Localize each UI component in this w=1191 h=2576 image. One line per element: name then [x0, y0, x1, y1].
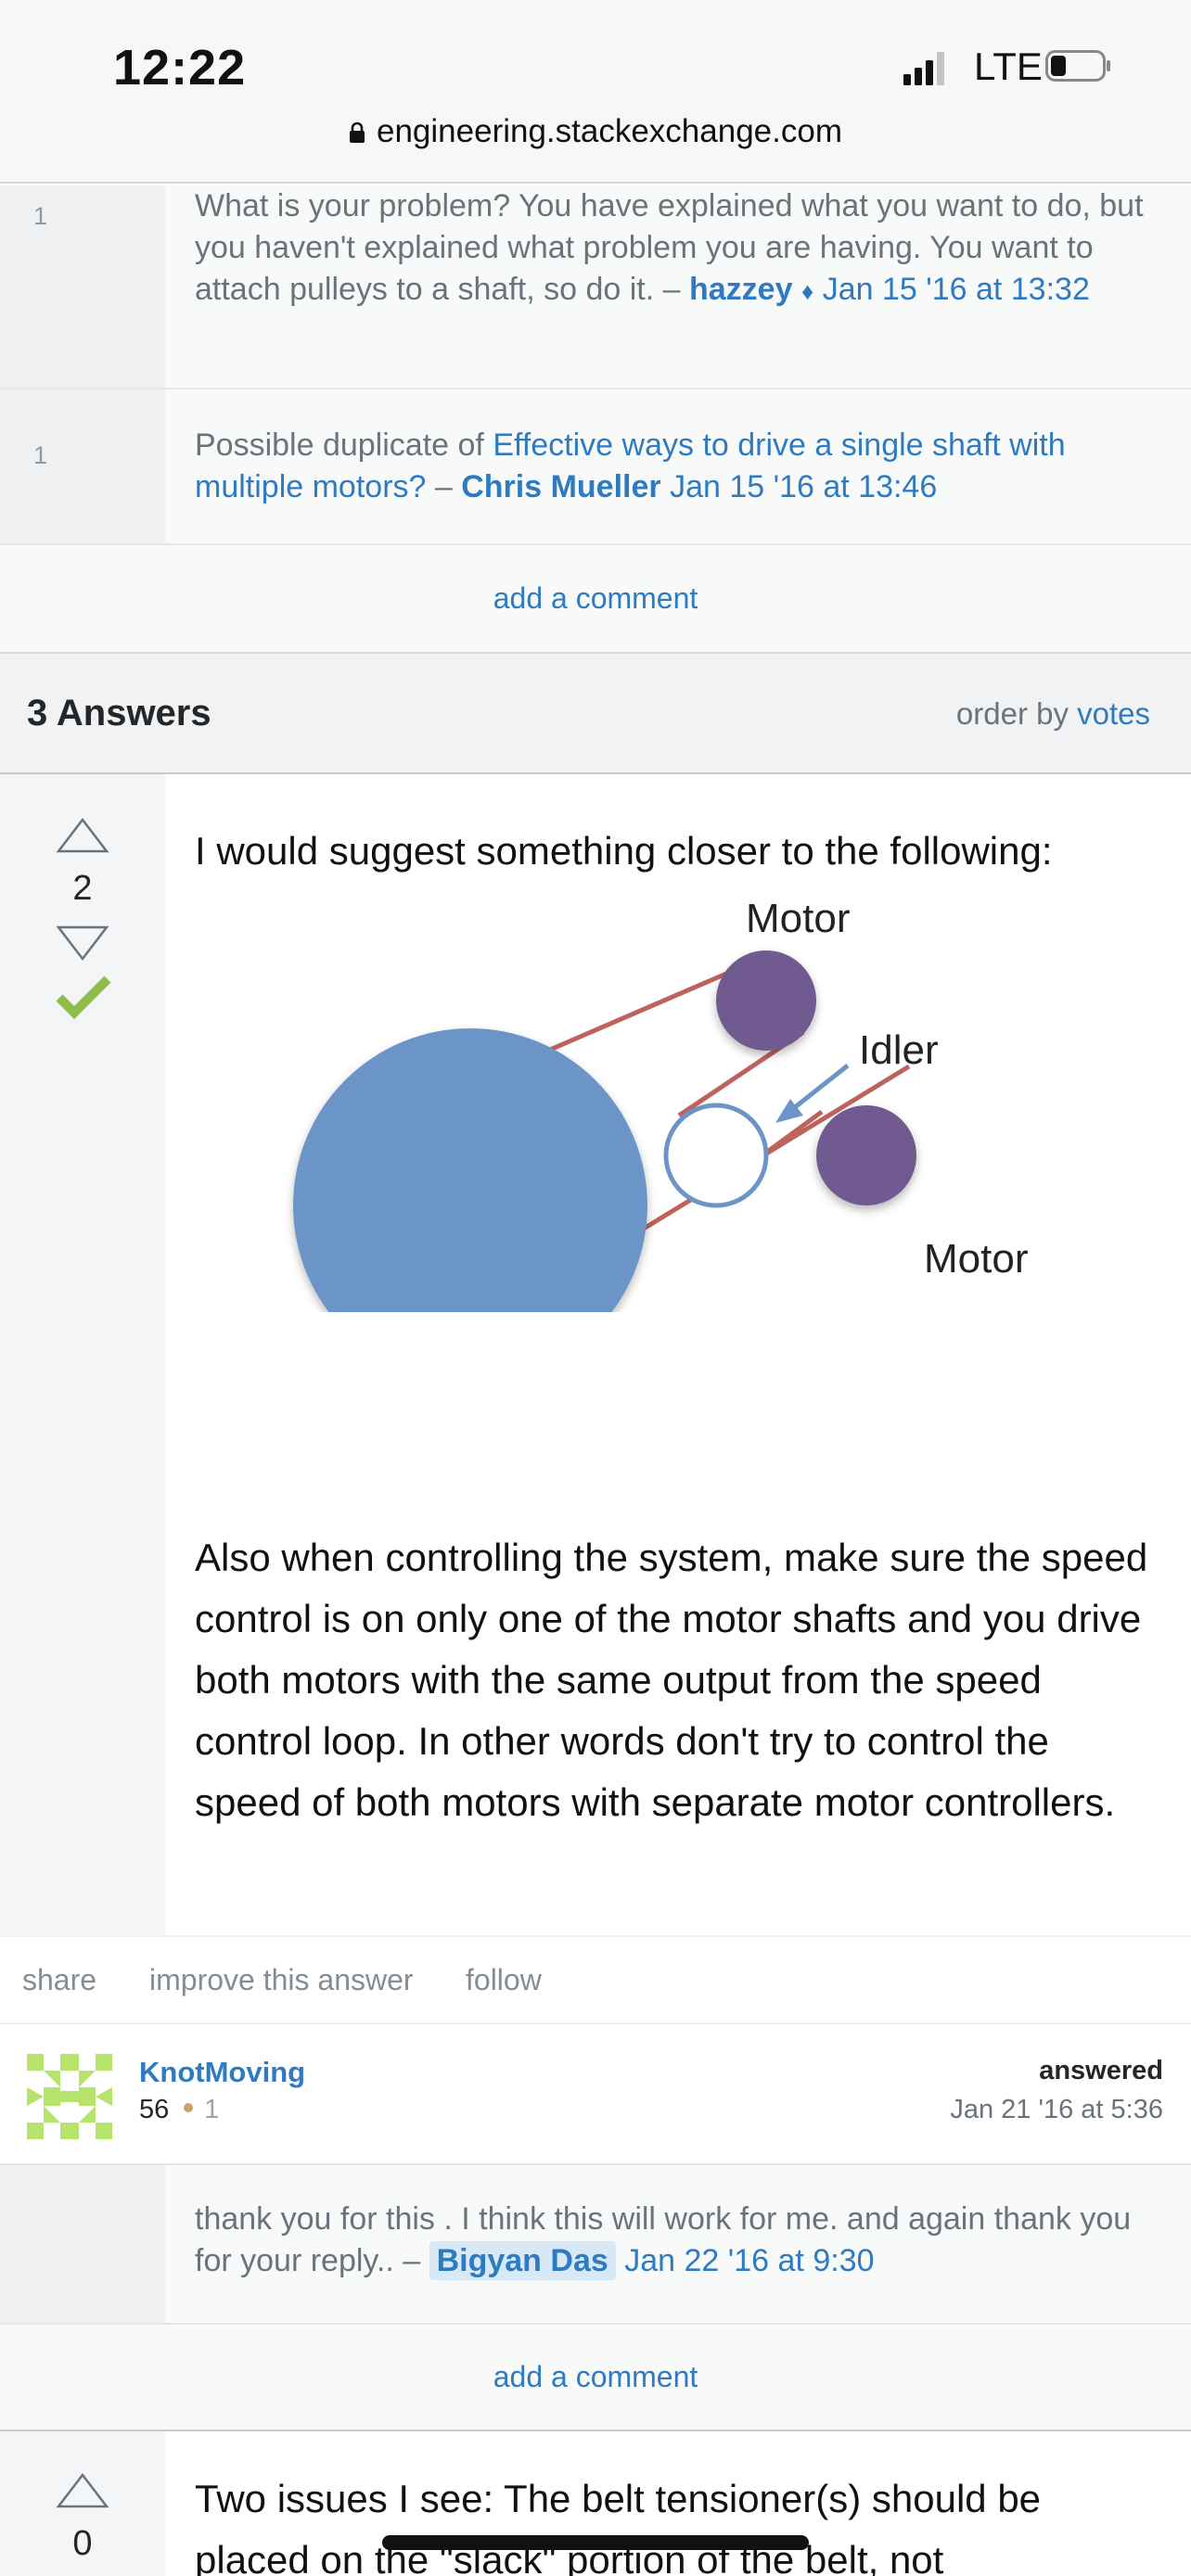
answer: 2 I would suggest something closer to th…: [0, 774, 1191, 1935]
motor-pulley: [716, 950, 816, 1051]
browser-status-bar: 12:22 LTE engineering.stackexchange.com: [0, 0, 1191, 184]
pulley-diagram: Motor Idler Motor: [293, 896, 1028, 1312]
moderator-diamond-icon: ♦: [800, 277, 814, 305]
answered-label: answered: [1039, 2056, 1163, 2085]
motor-pulley: [816, 1105, 916, 1205]
add-comment-label: add a comment: [493, 581, 698, 615]
reputation: 56 1: [139, 2095, 219, 2125]
avatar[interactable]: [27, 2054, 112, 2139]
downvote-icon[interactable]: [56, 925, 109, 962]
url-text: engineering.stackexchange.com: [377, 113, 842, 149]
comment-gutter: [0, 389, 165, 543]
vote-cell: 2: [0, 774, 165, 1935]
order-by: order by votes: [956, 696, 1150, 732]
lock-icon: [350, 121, 365, 143]
add-comment-link[interactable]: add a comment: [0, 2325, 1191, 2429]
improve-answer-link[interactable]: improve this answer: [149, 1963, 414, 1997]
sort-votes-link[interactable]: votes: [1077, 696, 1150, 731]
comment-score: 1: [33, 202, 48, 230]
comment-gutter: [0, 185, 165, 388]
comment-user-link[interactable]: Chris Mueller: [461, 469, 660, 504]
reputation-score: 56: [139, 2095, 170, 2124]
comment-body: What is your problem? You have explained…: [195, 185, 1145, 312]
bronze-badge-count: 1: [204, 2095, 220, 2124]
author-name-link[interactable]: KnotMoving: [139, 2056, 305, 2089]
address-bar[interactable]: engineering.stackexchange.com: [0, 113, 1191, 150]
answers-header: 3 Answers order by votes: [0, 652, 1191, 774]
add-comment-label: add a comment: [493, 2360, 698, 2393]
comment-time-link[interactable]: Jan 22 '16 at 9:30: [624, 2243, 874, 2278]
answered-time-link[interactable]: Jan 21 '16 at 5:36: [950, 2095, 1163, 2125]
add-comment-link[interactable]: add a comment: [0, 545, 1191, 652]
share-link[interactable]: share: [22, 1963, 96, 1997]
idler-pulley: [663, 1103, 769, 1208]
user-signature: KnotMoving 56 1 answered Jan 21 '16 at 5:…: [0, 2024, 1191, 2165]
answer: 0 Two issues I see: The belt tensioner(s…: [0, 2429, 1191, 2576]
comment-body: Possible duplicate of Effective ways to …: [195, 425, 1145, 508]
comment-separator: –: [654, 272, 689, 307]
bronze-badge-icon: [184, 2103, 194, 2112]
comment-owner-link[interactable]: Bigyan Das: [429, 2241, 616, 2280]
comment: 1 What is your problem? You have explain…: [0, 185, 1191, 389]
battery-icon: [1045, 50, 1110, 82]
clock: 12:22: [113, 40, 247, 96]
vote-count: 0: [72, 2524, 93, 2563]
comment-body: thank you for this . I think this will w…: [195, 2199, 1145, 2282]
answer-paragraph: Also when controlling the system, make s…: [195, 1536, 1148, 1824]
network-type: LTE: [974, 45, 1043, 88]
comment-separator: –: [426, 469, 462, 504]
comment-separator: –: [393, 2243, 429, 2278]
follow-link[interactable]: follow: [466, 1963, 542, 1997]
comment-time-link[interactable]: Jan 15 '16 at 13:46: [670, 469, 937, 504]
comment-gutter: [0, 2165, 165, 2323]
accepted-checkmark-icon: [56, 976, 111, 1020]
driven-pulley: [293, 1028, 647, 1312]
comment: thank you for this . I think this will w…: [0, 2165, 1191, 2325]
answers-count: 3 Answers: [27, 693, 211, 733]
diagram-label-motor-top: Motor: [746, 896, 850, 941]
comment-score: 1: [33, 441, 48, 469]
upvote-icon[interactable]: [56, 2472, 109, 2509]
order-by-label: order by: [955, 696, 1078, 731]
diagram-label-motor-right: Motor: [924, 1236, 1028, 1282]
home-indicator[interactable]: [382, 2535, 809, 2550]
vote-cell: 0: [0, 2431, 165, 2576]
vote-count: 2: [72, 869, 93, 908]
comment-user-link[interactable]: hazzey: [689, 272, 793, 307]
upvote-icon[interactable]: [56, 817, 109, 854]
comment: 1 Possible duplicate of Effective ways t…: [0, 389, 1191, 545]
cellular-signal-icon: [903, 52, 944, 85]
diagram-label-idler: Idler: [859, 1027, 939, 1073]
answer-intro-text: I would suggest something closer to the …: [195, 829, 1053, 873]
comment-time-link[interactable]: Jan 15 '16 at 13:32: [823, 272, 1090, 307]
post-menu: share improve this answer follow: [0, 1935, 1191, 2024]
answer-text: Two issues I see: The belt tensioner(s) …: [195, 2477, 1042, 2576]
comment-text: Possible duplicate of: [195, 427, 493, 463]
